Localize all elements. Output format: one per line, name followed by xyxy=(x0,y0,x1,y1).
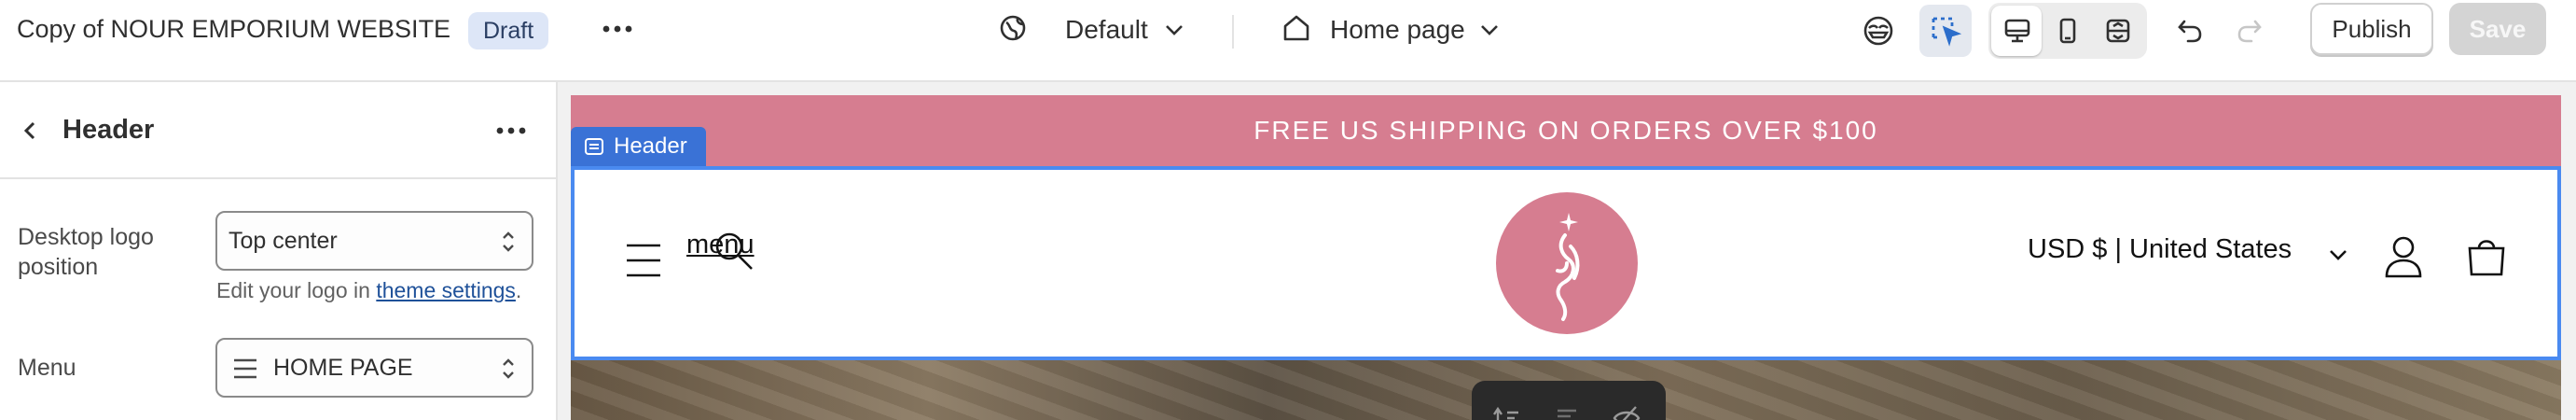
select-arrows-icon xyxy=(500,357,517,385)
announcement-bar[interactable]: FREE US SHIPPING ON ORDERS OVER $100 xyxy=(571,95,2561,166)
logo-mark-icon xyxy=(1556,213,1580,321)
theme-selector[interactable]: Default xyxy=(996,7,1201,52)
theme-selector-label: Default xyxy=(1065,15,1148,44)
top-bar: Copy of NOUR EMPORIUM WEBSITE Draft Defa… xyxy=(0,0,2576,82)
page-selector-label: Home page xyxy=(1330,15,1465,44)
accessibility-button[interactable] xyxy=(1852,5,1904,57)
logo-position-select[interactable]: Top center xyxy=(215,211,533,271)
account-icon[interactable] xyxy=(2384,235,2423,278)
undo-button[interactable] xyxy=(2164,5,2216,57)
page-selector[interactable]: Home page xyxy=(1280,7,1503,52)
fullwidth-view-button[interactable] xyxy=(2092,5,2144,57)
back-button[interactable] xyxy=(13,114,47,147)
chevron-down-icon xyxy=(2328,246,2348,263)
align-icon[interactable] xyxy=(1554,405,1580,420)
undo-icon xyxy=(2178,20,2202,43)
redo-icon xyxy=(2237,20,2262,43)
currency-selector[interactable]: USD $ | United States xyxy=(2028,234,2292,265)
status-badge: Draft xyxy=(468,12,549,49)
hide-icon[interactable] xyxy=(1612,403,1641,420)
logo-help-text: Edit your logo in theme settings. xyxy=(216,278,521,303)
sidebar-header: Header xyxy=(0,82,556,179)
section-tag[interactable]: Header xyxy=(571,127,706,166)
menu-label: Menu xyxy=(18,355,76,381)
more-horizontal-icon xyxy=(602,25,632,33)
menu-value: HOME PAGE xyxy=(273,355,413,381)
chevron-left-icon xyxy=(23,121,35,140)
more-horizontal-icon xyxy=(496,127,526,134)
logo-position-value: Top center xyxy=(229,228,338,254)
desktop-icon xyxy=(2004,19,2030,43)
more-actions-button[interactable] xyxy=(599,10,636,48)
mobile-icon xyxy=(2059,18,2076,44)
device-toggle-group xyxy=(1988,3,2147,59)
cart-icon[interactable] xyxy=(2466,235,2507,278)
accessibility-icon xyxy=(1863,16,1893,46)
store-preview: FREE US SHIPPING ON ORDERS OVER $100 Hea… xyxy=(571,95,2561,420)
globe-icon xyxy=(998,13,1028,43)
desktop-view-button[interactable] xyxy=(1991,5,2043,57)
menu-list-icon xyxy=(232,357,258,381)
fullwidth-icon xyxy=(2106,19,2130,43)
select-element-button[interactable] xyxy=(1919,5,1972,57)
redo-button[interactable] xyxy=(2223,5,2276,57)
section-icon xyxy=(585,138,603,155)
logo-position-label: Desktop logo position xyxy=(18,224,154,280)
move-up-icon[interactable] xyxy=(1492,405,1520,420)
publish-button[interactable]: Publish xyxy=(2310,3,2433,55)
floating-section-toolbar[interactable] xyxy=(1472,381,1666,420)
home-icon xyxy=(1281,13,1311,43)
store-name: Copy of NOUR EMPORIUM WEBSITE xyxy=(17,15,451,43)
help-text-suffix: . xyxy=(515,278,522,302)
search-icon[interactable] xyxy=(713,230,755,273)
help-text-prefix: Edit your logo in xyxy=(216,278,377,302)
mobile-view-button[interactable] xyxy=(2042,5,2094,57)
hamburger-icon[interactable] xyxy=(625,243,662,278)
select-arrows-icon xyxy=(500,230,517,259)
menu-select[interactable]: HOME PAGE xyxy=(215,338,533,398)
select-element-icon xyxy=(1932,17,1961,47)
sidebar-title: Header xyxy=(62,115,155,145)
toolbar-divider xyxy=(1232,15,1234,49)
settings-sidebar: Header Desktop logo position Top center … xyxy=(0,82,558,420)
chevron-down-icon xyxy=(1164,21,1184,39)
section-more-button[interactable] xyxy=(492,112,530,149)
chevron-down-icon xyxy=(1479,21,1500,39)
store-header[interactable]: menu USD $ | United States xyxy=(571,166,2561,360)
store-logo[interactable] xyxy=(1496,192,1638,334)
save-button[interactable]: Save xyxy=(2449,3,2546,55)
section-tag-label: Header xyxy=(614,133,687,159)
theme-settings-link[interactable]: theme settings xyxy=(376,278,516,302)
